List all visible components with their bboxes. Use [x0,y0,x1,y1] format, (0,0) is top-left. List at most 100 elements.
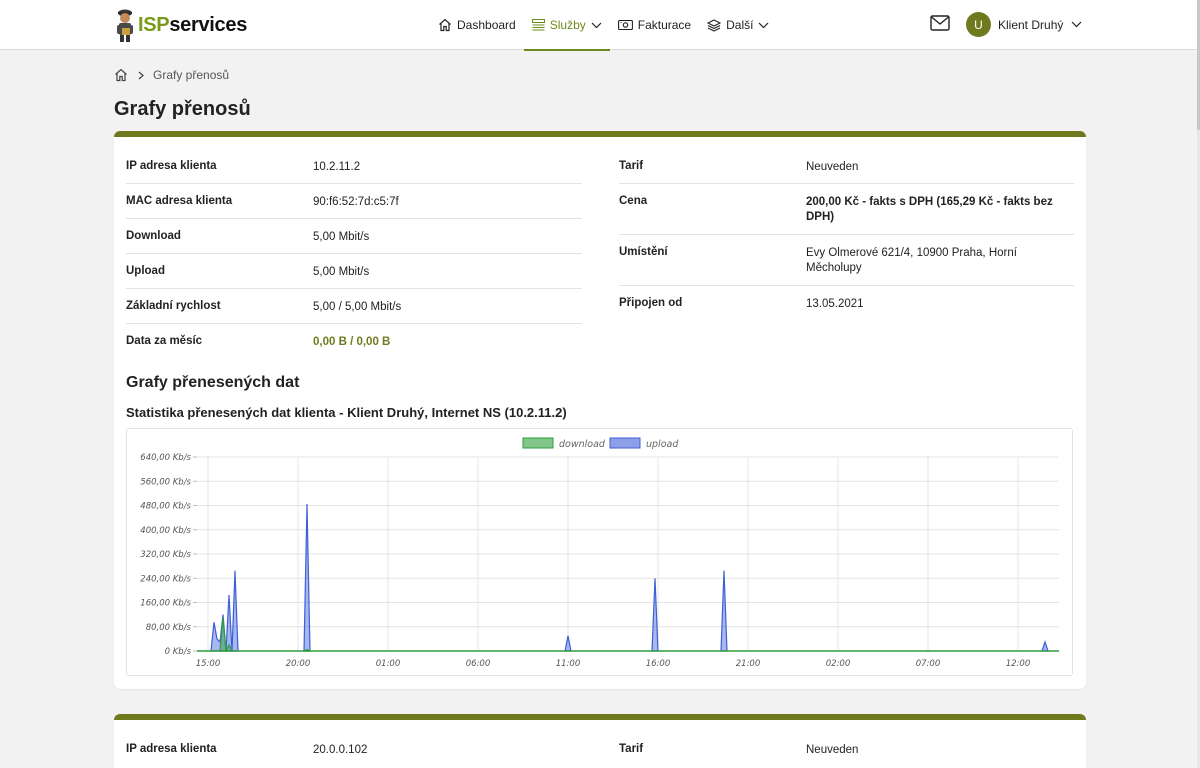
detail-row: Základní rychlost 5,00 / 5,00 Mbit/s [126,289,582,324]
invoice-icon [617,19,633,31]
detail-value: 5,00 / 5,00 Mbit/s [313,301,402,313]
list-icon [531,19,545,31]
upload-area [720,570,728,652]
chevron-down-icon [591,22,602,28]
home-icon[interactable] [114,68,128,82]
legend-swatch-upload [609,437,641,449]
logo[interactable]: ISPservices [114,7,247,43]
upload-area [1041,639,1049,652]
detail-value: 13.05.2021 [806,298,864,310]
detail-value: 0,00 B / 0,00 B [313,336,391,348]
layers-icon [707,18,722,32]
avatar: U [966,12,991,37]
detail-key: Cena [619,195,648,207]
detail-value: 200,00 Kč - fakts s DPH (165,29 Kč - fak… [806,196,1053,223]
nav-dashboard-label: Dashboard [457,18,516,32]
detail-value: Neuveden [806,161,859,173]
y-tick-label: 400,00 Kb/s [140,526,191,536]
detail-key: MAC adresa klienta [126,195,233,207]
nav-dalsi[interactable]: Další [699,0,777,50]
detail-row: Tarif Neuveden [619,732,1074,767]
detail-key: IP adresa klienta [126,160,217,172]
breadcrumb: Grafy přenosů [114,68,229,82]
x-tick-label: 21:00 [736,659,761,669]
chevron-right-icon [138,71,144,79]
detail-row: Download 5,00 Mbit/s [126,219,582,254]
main-nav: Dashboard Služby Fakturace Další [430,0,777,51]
detail-key: Data za měsíc [126,335,203,347]
mail-icon [930,15,950,31]
section-title: Grafy přenesených dat [126,374,300,391]
legend-label-download: download [559,439,606,450]
x-tick-label: 12:00 [1006,659,1031,669]
detail-key: Základní rychlost [126,300,221,312]
y-tick-label: 320,00 Kb/s [140,550,191,560]
detail-key: Download [126,230,181,242]
y-tick-label: 560,00 Kb/s [140,477,191,487]
detail-value: Evy Olmerové 621/4, 10900 Praha, Horní M… [806,247,1017,274]
x-tick-label: 11:00 [556,659,581,669]
y-tick-label: 240,00 Kb/s [140,574,191,584]
page-title: Grafy přenosů [114,98,251,120]
upload-area [651,578,659,652]
y-tick-label: 0 Kb/s [165,647,192,657]
connection-details-left: IP adresa klienta 20.0.0.102 [126,732,582,767]
nav-dalsi-label: Další [726,18,754,32]
detail-row: MAC adresa klienta 90:f6:52:7d:c5:7f [126,184,582,219]
detail-key: Připojen od [619,297,683,309]
y-tick-label: 160,00 Kb/s [140,599,191,609]
x-tick-label: 15:00 [196,659,221,669]
connection-details-left: IP adresa klienta 10.2.11.2 MAC adresa kl… [126,149,582,359]
traffic-chart: 0 Kb/s 80,00 Kb/s 160,00 Kb/s 240,00 Kb/s 32… [126,428,1073,676]
detail-key: Tarif [619,743,644,755]
user-name: Klient Druhý [998,17,1064,32]
connection-card-2: IP adresa klienta 20.0.0.102 Tarif Neuvede… [114,714,1086,768]
x-tick-label: 06:00 [466,659,491,669]
detail-value: 10.2.11.2 [313,161,361,173]
legend-label-upload: upload [646,439,679,450]
detail-row: Připojen od 13.05.2021 [619,286,1074,321]
detail-value: 20.0.0.102 [313,744,368,756]
detail-value: Neuveden [806,744,859,756]
upload-area [225,594,233,652]
x-tick-label: 02:00 [826,659,851,669]
legend-swatch-download [522,437,554,449]
detail-row: Cena 200,00 Kč - fakts s DPH (165,29 Kč -… [619,184,1074,235]
detail-key: Upload [126,265,165,277]
detail-row: IP adresa klienta 10.2.11.2 [126,149,582,184]
detail-key: Tarif [619,160,644,172]
traffic-chart-svg: 0 Kb/s 80,00 Kb/s 160,00 Kb/s 240,00 Kb/s 32… [140,437,1059,669]
download-area [219,617,227,652]
connection-card: IP adresa klienta 10.2.11.2 MAC adresa kl… [114,131,1086,689]
nav-fakturace[interactable]: Fakturace [610,0,699,50]
y-tick-label: 640,00 Kb/s [140,453,191,463]
chart-title: Statistika přenesených dat klienta - Kli… [126,405,567,420]
y-tick-label: 480,00 Kb/s [140,502,191,512]
detail-value: 5,00 Mbit/s [313,231,370,243]
logo-mascot-icon [114,7,136,43]
home-icon [439,18,451,32]
nav-dashboard[interactable]: Dashboard [430,0,524,50]
connection-details-right: Tarif Neuveden Cena 200,00 Kč - fakts s DP… [619,149,1074,321]
detail-row: Data za měsíc 0,00 B / 0,00 B [126,324,582,359]
x-tick-label: 16:00 [646,659,671,669]
chevron-down-icon [759,22,769,28]
detail-key: Umístění [619,246,668,258]
messages-button[interactable] [930,15,950,34]
connection-details-right: Tarif Neuveden [619,732,1074,767]
upload-area [564,635,572,652]
detail-row: IP adresa klienta 20.0.0.102 [126,732,582,767]
x-tick-label: 07:00 [916,659,941,669]
nav-sluzby-label: Služby [549,18,586,32]
chevron-down-icon [1071,21,1082,28]
logo-text: ISPservices [138,13,248,36]
x-tick-label: 01:00 [376,659,401,669]
x-tick-label: 20:00 [286,659,311,669]
user-menu[interactable]: U Klient Druhý [966,12,1082,37]
nav-sluzby[interactable]: Služby [523,0,610,51]
upload-area [303,503,311,652]
nav-fakturace-label: Fakturace [637,18,692,32]
detail-value: 5,00 Mbit/s [313,266,370,278]
y-tick-label: 80,00 Kb/s [146,623,192,633]
detail-row: Umístění Evy Olmerové 621/4, 10900 Praha,… [619,235,1074,286]
